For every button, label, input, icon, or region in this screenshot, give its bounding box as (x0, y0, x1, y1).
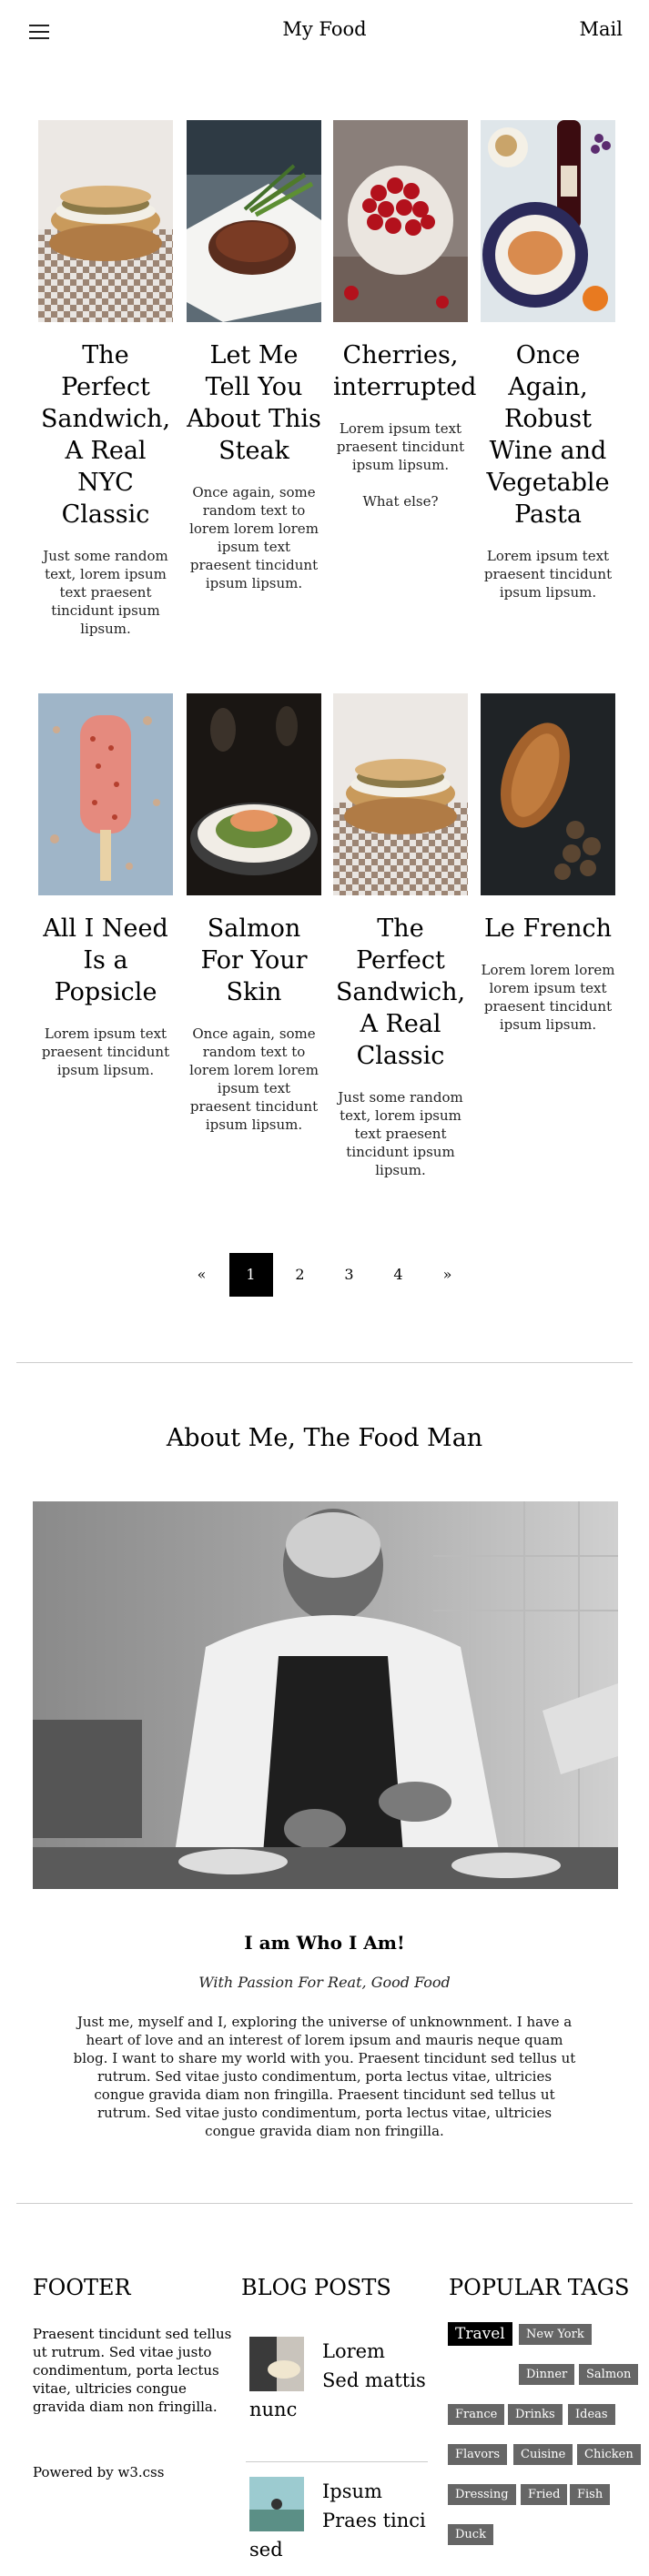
pagination-prev[interactable]: « (180, 1253, 224, 1297)
card-text: Just some random text, lorem ipsum text … (338, 1089, 463, 1178)
popsicle-image[interactable] (38, 693, 173, 895)
card-text: Once again, some random text to lorem lo… (189, 484, 319, 591)
blog-post-thumbnail (249, 2477, 304, 2531)
food-card: Once Again, Robust Wine and Vegetable Pa… (481, 120, 615, 601)
blog-post-title: Lorem (322, 2340, 385, 2362)
blog-post-divider (246, 2461, 428, 2462)
card-title: Let Me Tell You About This Steak (187, 341, 321, 465)
about-name: I am Who I Am! (244, 1932, 405, 1954)
card-text: Lorem ipsum text praesent tincidunt ipsu… (41, 1025, 170, 1078)
mail-link[interactable]: Mail (580, 18, 623, 40)
card-title: Once Again, Robust Wine and Vegetable Pa… (486, 341, 610, 529)
tag-new-york[interactable]: New York (519, 2324, 592, 2345)
tag-flavors[interactable]: Flavors (448, 2444, 507, 2465)
card-text: Lorem ipsum text praesent tincidunt ipsu… (336, 420, 465, 473)
card-title: Salmon For Your Skin (200, 914, 308, 1006)
footer-text: Praesent tincidunt sed tellus ut rutrum.… (33, 2326, 232, 2415)
section-divider (16, 2203, 633, 2204)
food-card: Let Me Tell You About This Steak Once ag… (187, 120, 321, 592)
chef-photo (33, 1501, 618, 1889)
cherries-image[interactable] (333, 120, 468, 322)
pagination-next[interactable]: » (426, 1253, 470, 1297)
tag-france[interactable]: France (448, 2404, 505, 2425)
food-card: Le French Lorem lorem lorem lorem ipsum … (481, 693, 615, 1034)
powered-by: Powered by w3.css (33, 2464, 164, 2480)
card-title: The Perfect Sandwich, A Real NYC Classic (40, 341, 171, 529)
section-divider (16, 1362, 633, 1363)
tag-dinner[interactable]: Dinner (519, 2364, 575, 2385)
tag-travel[interactable]: Travel (448, 2322, 512, 2346)
tag-cuisine[interactable]: Cuisine (513, 2444, 573, 2465)
blog-post-subtitle: Sed mattis (322, 2369, 426, 2391)
card-title: All I Need Is a Popsicle (43, 914, 168, 1006)
blog-post-thumbnail (249, 2337, 304, 2391)
food-card: Salmon For Your Skin Once again, some ra… (187, 693, 321, 1134)
pagination-page-4[interactable]: 4 (377, 1253, 421, 1297)
about-title: About Me, The Food Man (166, 1424, 483, 1452)
tag-salmon[interactable]: Salmon (579, 2364, 639, 2385)
card-title: Cherries, interrupted (333, 341, 477, 401)
sandwich-image[interactable] (38, 120, 173, 322)
site-title: My Food (0, 18, 649, 40)
hamburger-menu-icon[interactable] (29, 25, 49, 39)
card-title: The Perfect Sandwich, A Real Classic (335, 914, 466, 1070)
top-navigation-bar: My Food Mail (0, 0, 649, 60)
pagination-page-2[interactable]: 2 (279, 1253, 322, 1297)
pagination: « 1 2 3 4 » (0, 1253, 649, 1297)
pagination-page-1[interactable]: 1 (228, 1253, 273, 1297)
card-title: Le French (483, 914, 612, 943)
card-text: Just some random text, lorem ipsum text … (43, 548, 168, 637)
tag-fish[interactable]: Fish (570, 2484, 611, 2505)
tag-ideas[interactable]: Ideas (568, 2404, 615, 2425)
tag-duck[interactable]: Duck (448, 2524, 493, 2545)
footer-heading: FOOTER (33, 2275, 131, 2300)
blog-post-subtitle: sed (249, 2539, 283, 2561)
tag-chicken[interactable]: Chicken (577, 2444, 641, 2465)
wine-pasta-image[interactable] (481, 120, 615, 322)
card-text: Once again, some random text to lorem lo… (189, 1025, 319, 1133)
food-card: The Perfect Sandwich, A Real Classic Jus… (333, 693, 468, 1179)
food-card: Cherries, interrupted Lorem ipsum text p… (333, 120, 477, 510)
pagination-page-3[interactable]: 3 (328, 1253, 371, 1297)
tag-fried[interactable]: Fried (521, 2484, 568, 2505)
w3css-link[interactable]: w3.css (118, 2464, 165, 2480)
card-text: Lorem lorem lorem lorem ipsum text praes… (481, 962, 615, 1033)
croissant-image[interactable] (481, 693, 615, 895)
site-title-link[interactable]: My Food (282, 18, 366, 40)
about-body: Just me, myself and I, exploring the uni… (73, 2014, 576, 2139)
salmon-image[interactable] (187, 693, 321, 895)
card-text: Lorem ipsum text praesent tincidunt ipsu… (483, 548, 613, 601)
card-extra-text: What else? (362, 493, 439, 510)
tag-drinks[interactable]: Drinks (508, 2404, 563, 2425)
tag-dressing[interactable]: Dressing (448, 2484, 516, 2505)
food-card: The Perfect Sandwich, A Real NYC Classic… (38, 120, 173, 638)
blog-post-title: Ipsum (322, 2480, 382, 2502)
powered-by-label: Powered by (33, 2464, 118, 2480)
popular-tags-heading: POPULAR TAGS (449, 2275, 630, 2300)
steak-image[interactable] (187, 120, 321, 322)
blog-post-subtitle: Praes tinci (322, 2510, 426, 2531)
food-card: All I Need Is a Popsicle Lorem ipsum tex… (38, 693, 173, 1079)
blog-posts-heading: BLOG POSTS (241, 2275, 391, 2300)
about-tagline: With Passion For Reat, Good Food (198, 1974, 451, 1991)
blog-post-subtitle: nunc (249, 2399, 298, 2420)
sandwich-image[interactable] (333, 693, 468, 895)
